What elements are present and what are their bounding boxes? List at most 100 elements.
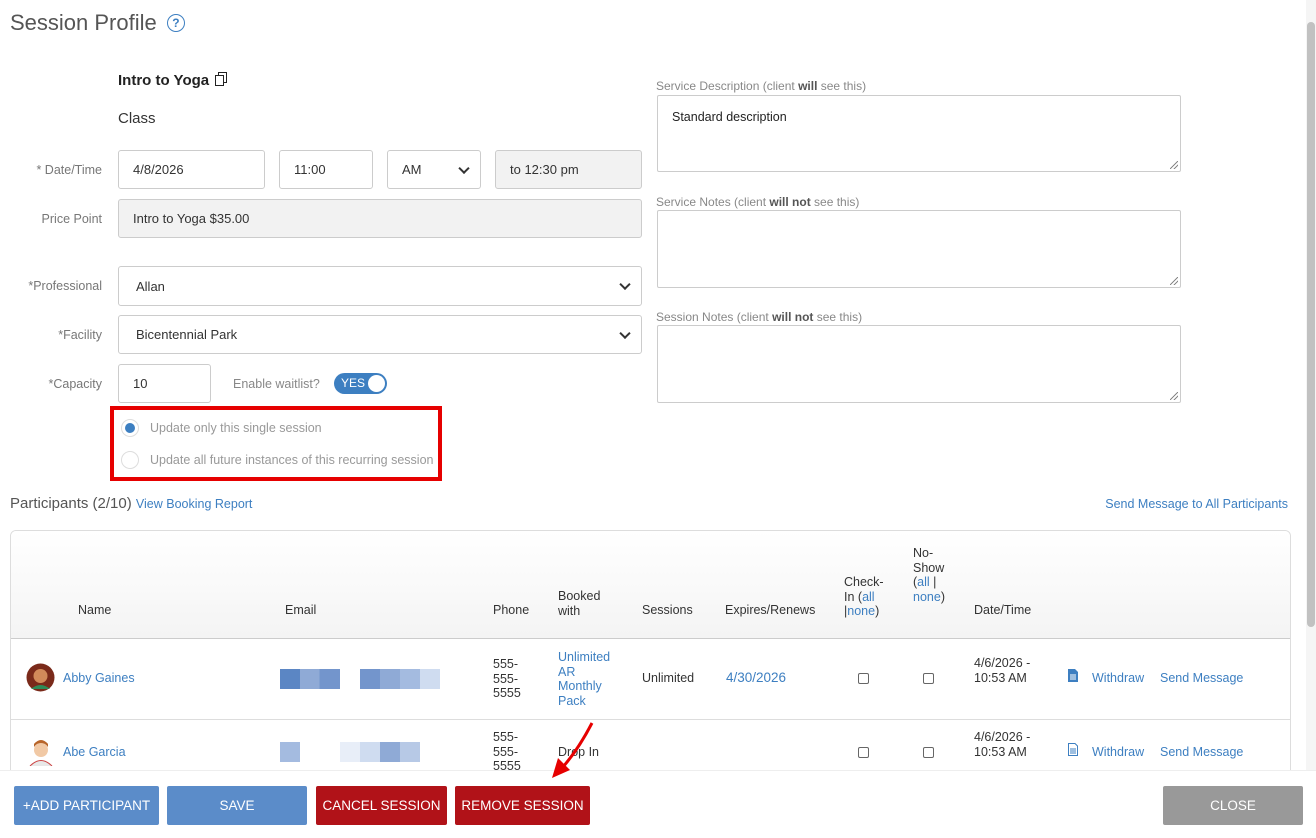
noshow-checkbox[interactable] — [923, 747, 934, 758]
send-message-all-link[interactable]: Send Message to All Participants — [1105, 497, 1288, 511]
col-checkin: Check-In (all |none) — [844, 575, 884, 618]
add-participant-button[interactable]: +ADD PARTICIPANT — [14, 786, 159, 825]
capacity-input[interactable]: 10 — [118, 364, 211, 403]
table-header: Name Email Phone Booked with Sessions Ex… — [11, 531, 1290, 639]
participants-table: Name Email Phone Booked with Sessions Ex… — [10, 530, 1291, 782]
send-message-link[interactable]: Send Message — [1160, 745, 1243, 760]
professional-label: *Professional — [28, 279, 102, 293]
help-icon[interactable]: ? — [166, 14, 185, 32]
copy-icon[interactable] — [215, 72, 228, 86]
label-part: see this) — [813, 310, 863, 324]
page-title: Session Profile ? — [10, 10, 185, 36]
service-name: Intro to Yoga — [118, 72, 228, 89]
participants-count: Participants (2/10) — [10, 495, 132, 512]
service-name-text: Intro to Yoga — [118, 72, 210, 89]
expires-link[interactable]: 4/30/2026 — [726, 670, 786, 686]
avatar — [26, 663, 55, 692]
email-redacted — [280, 742, 300, 762]
col-booked-with[interactable]: Booked with — [558, 589, 608, 618]
ampm-select[interactable]: AM — [387, 150, 481, 189]
facility-select[interactable]: Bicentennial Park — [118, 315, 642, 354]
col-name[interactable]: Name — [78, 603, 111, 618]
waitlist-label: Enable waitlist? — [233, 377, 320, 391]
facility-label: *Facility — [58, 328, 102, 342]
service-type: Class — [118, 110, 156, 127]
label-bold: will — [798, 79, 818, 93]
checkin-checkbox[interactable] — [858, 673, 869, 684]
label-part: see this) — [817, 79, 867, 93]
checkin-all-link[interactable]: all — [862, 590, 875, 604]
participant-sessions: Unlimited — [642, 671, 695, 685]
document-icon[interactable] — [1068, 743, 1078, 756]
highlight-box — [110, 406, 442, 481]
col-datetime[interactable]: Date/Time — [974, 603, 1031, 618]
label-part: Session Notes (client — [656, 310, 773, 324]
price-point-label: Price Point — [41, 212, 102, 226]
scrollbar-thumb[interactable] — [1307, 22, 1315, 627]
service-description-textarea[interactable]: Standard description — [657, 95, 1181, 172]
close-button[interactable]: CLOSE — [1163, 786, 1303, 825]
email-redacted — [280, 669, 340, 689]
session-notes-label: Session Notes (client will not see this) — [656, 310, 862, 324]
col-email[interactable]: Email — [285, 603, 316, 618]
toggle-knob — [368, 375, 385, 392]
noshow-checkbox[interactable] — [923, 673, 934, 684]
facility-value: Bicentennial Park — [136, 327, 238, 342]
checkin-checkbox[interactable] — [858, 747, 869, 758]
participant-name-link[interactable]: Abby Gaines — [63, 671, 135, 686]
capacity-label: *Capacity — [48, 377, 103, 391]
participants-heading: Participants (2/10) View Booking Report — [10, 495, 252, 512]
ampm-value: AM — [402, 162, 422, 177]
save-button[interactable]: SAVE — [167, 786, 307, 825]
remove-session-button[interactable]: REMOVE SESSION — [455, 786, 590, 825]
col-expires[interactable]: Expires/Renews — [725, 603, 815, 618]
service-notes-textarea[interactable] — [657, 210, 1181, 288]
date-input[interactable]: 4/8/2026 — [118, 150, 265, 189]
email-redacted — [340, 742, 420, 762]
document-icon[interactable] — [1068, 669, 1078, 682]
checkin-none-link[interactable]: none — [847, 604, 875, 618]
col-phone[interactable]: Phone — [493, 603, 529, 618]
avatar — [29, 740, 53, 766]
service-description-label: Service Description (client will see thi… — [656, 79, 866, 93]
participant-datetime: 4/6/2026 - 10:53 AM — [974, 730, 1031, 759]
noshow-text: No-Show — [913, 546, 945, 575]
label-bold: will not — [772, 310, 814, 324]
datetime-label: * Date/Time — [36, 163, 102, 177]
price-point-field: Intro to Yoga $35.00 — [118, 199, 642, 238]
participant-name-link[interactable]: Abe Garcia — [63, 745, 126, 760]
withdraw-link[interactable]: Withdraw — [1092, 745, 1144, 760]
booked-with-link[interactable]: Unlimited AR Monthly Pack — [558, 650, 618, 708]
resize-grip-icon[interactable] — [1170, 161, 1178, 169]
participant-phone: 555-555-5555 — [493, 657, 521, 700]
cancel-session-button[interactable]: CANCEL SESSION — [316, 786, 447, 825]
noshow-none-link[interactable]: none — [913, 590, 941, 604]
waitlist-toggle[interactable]: YES — [334, 373, 387, 394]
label-part: see this) — [810, 195, 860, 209]
session-notes-textarea[interactable] — [657, 325, 1181, 403]
noshow-all-link[interactable]: all — [917, 575, 930, 589]
service-description-value: Standard description — [672, 110, 787, 124]
waitlist-toggle-text: YES — [341, 376, 366, 390]
send-message-link[interactable]: Send Message — [1160, 671, 1243, 686]
email-redacted — [360, 669, 440, 689]
withdraw-link[interactable]: Withdraw — [1092, 671, 1144, 686]
arrow-annotation-icon — [552, 722, 594, 778]
label-bold: will not — [769, 195, 811, 209]
professional-value: Allan — [136, 278, 165, 294]
label-part: Service Notes (client — [656, 195, 770, 209]
table-row: Abby Gaines 555-555-5555 Unlimited AR Mo… — [11, 639, 1290, 720]
time-input[interactable]: 11:00 — [279, 150, 373, 189]
resize-grip-icon[interactable] — [1170, 392, 1178, 400]
participant-phone: 555-555-5555 — [493, 730, 521, 773]
col-noshow: No-Show (all | none) — [913, 546, 945, 604]
end-time-field: to 12:30 pm — [495, 150, 642, 189]
participant-datetime: 4/6/2026 - 10:53 AM — [974, 656, 1031, 685]
service-notes-label: Service Notes (client will not see this) — [656, 195, 859, 209]
page-title-text: Session Profile — [10, 10, 157, 35]
view-booking-report-link[interactable]: View Booking Report — [136, 497, 253, 511]
col-sessions[interactable]: Sessions — [642, 603, 693, 618]
resize-grip-icon[interactable] — [1170, 277, 1178, 285]
label-part: Service Description (client — [656, 79, 799, 93]
professional-select[interactable]: Allan — [118, 266, 642, 306]
